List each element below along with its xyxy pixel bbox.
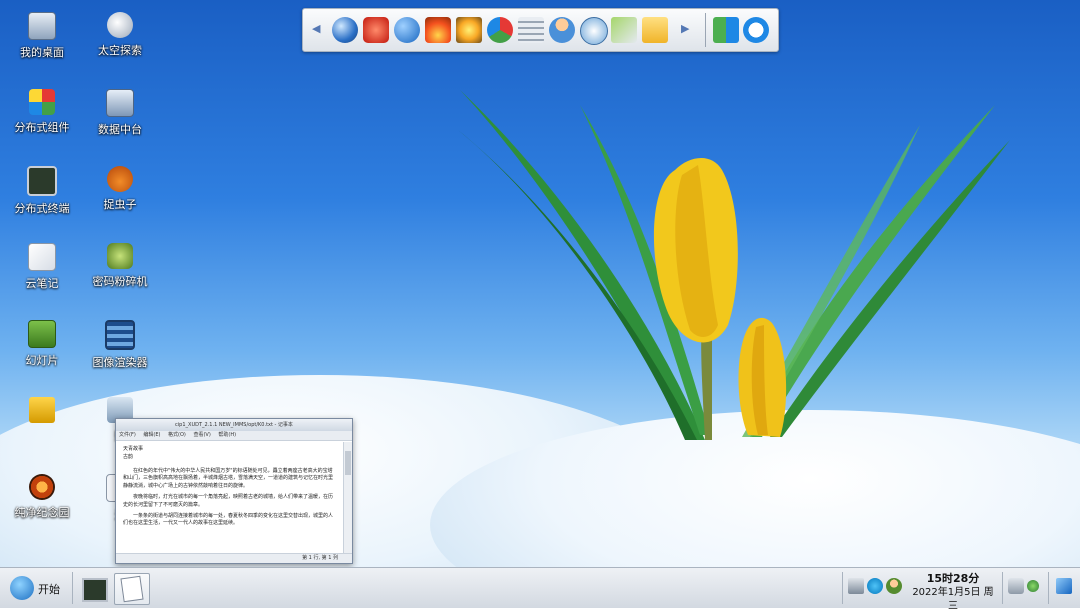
desktop-icon-label: 分布式组件: [14, 121, 70, 134]
text-paragraph: 在红色的年代中"伟大的中华人民共和国万岁"的标语随处可见，矗立着两座古老高大的宝…: [123, 467, 334, 490]
campfire-icon[interactable]: [425, 17, 451, 43]
power-icon[interactable]: [743, 17, 769, 43]
desktop-icon-space[interactable]: 太空探索: [82, 12, 158, 58]
dock-separator: [705, 13, 706, 47]
clock-date: 2022年1月5日 周三: [912, 587, 994, 612]
gems-icon[interactable]: [487, 17, 513, 43]
network-status-icon[interactable]: [1027, 580, 1039, 592]
shredder-icon: [107, 243, 133, 269]
menu-file[interactable]: 文件(F): [119, 432, 136, 438]
desktop-icon-label: 密码粉碎机: [92, 275, 148, 288]
music-icon[interactable]: [867, 578, 883, 594]
folder-icon[interactable]: [642, 17, 668, 43]
desktop-icon-my-desktop[interactable]: 我的桌面: [4, 12, 80, 60]
desktop-icon-label: 我的桌面: [20, 46, 64, 59]
desktop-icon-label: 数据中台: [98, 123, 142, 136]
ladybug-icon: [107, 166, 133, 192]
status-bar: 第 1 行, 第 1 列: [116, 553, 352, 563]
task-terminal[interactable]: [76, 573, 112, 605]
text-editor-window[interactable]: cip1_XUDT_2.1.1 NEW_IMMS/opt/K0.txt - 记事…: [115, 418, 353, 564]
dock-scroll-right-icon[interactable]: ▶: [681, 22, 689, 35]
desktop-icon-image-renderer[interactable]: 图像渲染器: [82, 320, 158, 370]
desktop-icon-slideshow[interactable]: 幻灯片: [4, 320, 80, 368]
server-icon[interactable]: [518, 17, 544, 43]
clock-time: 15时28分: [926, 572, 980, 585]
components-icon: [29, 89, 55, 115]
desktop: 我的桌面 太空探索 分布式组件 数据中台 分布式终端 捉虫子 云笔记 密码粉碎机…: [0, 0, 1080, 567]
user-icon[interactable]: [549, 17, 575, 43]
printer-icon[interactable]: [848, 578, 864, 594]
scrollbar-thumb[interactable]: [345, 451, 351, 475]
phone-icon[interactable]: [363, 17, 389, 43]
memorial-icon: [29, 474, 55, 500]
dock-scroll-left-icon[interactable]: ◀: [312, 22, 320, 35]
desktop-icon-label: 纯净纪念园: [14, 506, 70, 519]
slideshow-icon: [28, 320, 56, 348]
window-title[interactable]: cip1_XUDT_2.1.1 NEW_IMMS/opt/K0.txt - 记事…: [116, 419, 352, 431]
text-paragraph: 一条条的街道与胡同连接着城市的每一处，春夏秋冬四季的变化在这里交替出现，城里的人…: [123, 512, 334, 527]
notes-icon: [120, 575, 144, 603]
photo-icon[interactable]: [456, 17, 482, 43]
terminal-icon: [27, 166, 57, 196]
menu-help[interactable]: 帮助(H): [218, 432, 236, 438]
desktop-icon-label: 图像渲染器: [92, 356, 148, 369]
install-icon[interactable]: [611, 17, 637, 43]
desktop-icon-data-platform[interactable]: 数据中台: [82, 89, 158, 137]
desktop-icon-forklift[interactable]: [4, 397, 80, 427]
desktop-icon-label: 云笔记: [25, 277, 59, 290]
menu-edit[interactable]: 编辑(E): [143, 432, 160, 438]
taskbar-separator: [842, 572, 843, 604]
terminal-icon: [82, 578, 108, 602]
window-menubar: 文件(F) 编辑(E) 格式(O) 查看(V) 帮助(H): [116, 431, 352, 441]
start-icon: [10, 576, 34, 600]
taskbar-separator: [1002, 572, 1003, 604]
globe-icon[interactable]: [332, 17, 358, 43]
network-icon[interactable]: [580, 17, 608, 45]
editor-text-area[interactable]: 天青故事 古韵 在红色的年代中"伟大的中华人民共和国万岁"的标语随处可见，矗立着…: [116, 442, 344, 554]
drive-icon[interactable]: [1008, 578, 1024, 594]
clock[interactable]: 15时28分 2022年1月5日 周三: [908, 571, 998, 614]
desktop-icon-bug-game[interactable]: 捉虫子: [82, 166, 158, 212]
film-icon: [105, 320, 135, 350]
taskbar: 开始 15时28分 2022年1月5日 周三: [0, 567, 1080, 612]
computer-icon: [28, 12, 56, 40]
text-heading: 天青故事: [123, 446, 144, 452]
notes-icon: [28, 243, 56, 271]
desktop-icon-label: 捉虫子: [103, 198, 137, 211]
text-heading: 古韵: [123, 453, 134, 460]
desktop-icon-label: 太空探索: [98, 44, 142, 57]
desktop-icon-components[interactable]: 分布式组件: [4, 89, 80, 135]
show-desktop-icon[interactable]: [1056, 578, 1072, 594]
blue-orb-icon[interactable]: [394, 17, 420, 43]
switch-icon[interactable]: [713, 17, 739, 43]
vertical-scrollbar[interactable]: [343, 442, 352, 554]
menu-format[interactable]: 格式(O): [168, 432, 186, 438]
menu-view[interactable]: 查看(V): [193, 432, 210, 438]
desktop-icon-label: 幻灯片: [25, 354, 59, 367]
planet-icon: [107, 12, 133, 38]
text-paragraph: 夜晚将临时，灯光在城市的每一个角落亮起，映照着古老的城墙，给人们带来了温暖，在历…: [123, 493, 334, 508]
users-icon[interactable]: [886, 578, 902, 594]
task-notes[interactable]: [114, 573, 150, 605]
desktop-icon-cloud-notes[interactable]: 云笔记: [4, 243, 80, 291]
taskbar-separator: [72, 572, 73, 604]
application-dock: ◀ ▶: [302, 8, 779, 52]
database-icon: [106, 89, 134, 117]
desktop-icon-terminal[interactable]: 分布式终端: [4, 166, 80, 216]
cursor-position: 第 1 行, 第 1 列: [302, 555, 338, 561]
forklift-icon: [29, 397, 55, 423]
taskbar-separator: [1048, 572, 1049, 604]
desktop-icon-shredder[interactable]: 密码粉碎机: [82, 243, 158, 289]
start-button[interactable]: 开始: [4, 573, 68, 603]
desktop-icon-label: 分布式终端: [14, 202, 70, 215]
desktop-icon-memorial[interactable]: 纯净纪念园: [4, 474, 80, 520]
crocus-wallpaper-flower: [458, 90, 1010, 440]
start-label: 开始: [38, 583, 60, 596]
